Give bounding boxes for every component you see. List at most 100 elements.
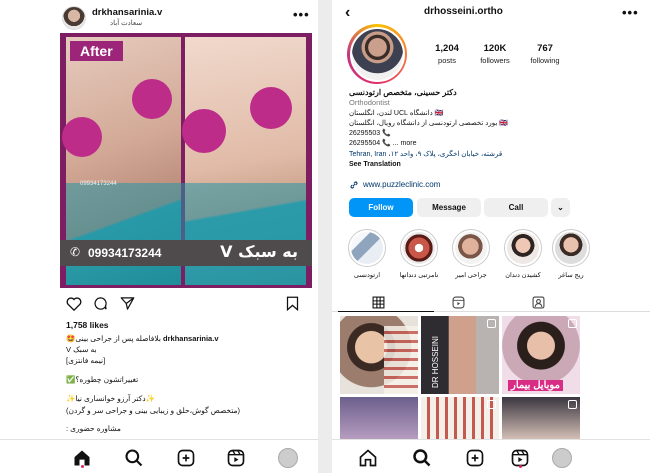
like-count[interactable]: 1,758 likes — [66, 320, 109, 330]
notification-dot — [519, 465, 522, 468]
highlight-label: کشیدن دندان — [505, 272, 541, 279]
stat-value: 1,204 — [435, 43, 459, 54]
profile-category: Orthodontist — [349, 98, 390, 107]
highlight-item[interactable]: نامرتبی دندانها — [398, 229, 440, 279]
stat-following[interactable]: 767 following — [526, 43, 564, 65]
bottom-nav — [0, 439, 318, 473]
stat-followers[interactable]: 120K followers — [475, 43, 515, 65]
stat-value: 120K — [483, 43, 507, 54]
post-actions — [60, 296, 310, 312]
highlight-item[interactable]: ریج ساغر — [550, 229, 592, 279]
caption-line: [نیمه فانتزی] — [66, 356, 106, 365]
link-icon — [350, 181, 358, 189]
see-translation-link[interactable]: See Translation — [349, 160, 401, 169]
call-button[interactable]: Call — [484, 198, 548, 217]
home-icon[interactable] — [358, 448, 378, 468]
reels-icon[interactable] — [226, 448, 246, 468]
message-button[interactable]: Message — [417, 198, 481, 217]
mask-circle — [250, 87, 292, 129]
highlight-item[interactable]: جراحی امیر — [450, 229, 492, 279]
bio-line: 🇬🇧 بورد تخصصی ارتودنسی از دانشگاه رویال،… — [349, 120, 509, 127]
tagged-icon[interactable] — [532, 296, 545, 309]
reels-tab-icon[interactable] — [452, 296, 465, 309]
search-icon[interactable] — [124, 448, 144, 468]
reel-icon — [487, 319, 496, 328]
highlight-item[interactable]: ارتودنسی — [346, 229, 388, 279]
mask-circle — [132, 79, 172, 119]
grid-caption-text: موبایل بیمار — [508, 380, 563, 391]
caption-first-line: drkhansarinia.v بلافاصله پس از جراحی بین… — [66, 334, 310, 343]
stat-value: 767 — [537, 43, 553, 54]
caption-username[interactable]: drkhansarinia.v — [163, 334, 218, 343]
new-post-icon[interactable] — [176, 448, 196, 468]
caption-line: مشاوره حضوری : — [66, 424, 121, 433]
share-icon[interactable] — [120, 296, 135, 311]
caption-line: (متخصص گوش،حلق و زیبایی بینی و جراحی سر … — [66, 406, 241, 415]
after-badge: After — [70, 41, 123, 61]
profile-avatar-icon[interactable] — [552, 448, 572, 468]
bookmark-icon[interactable] — [286, 296, 299, 311]
mask-circle — [182, 109, 226, 153]
bio-line: 🇬🇧 دانشگاه UCL لندن، انگلستان — [349, 110, 444, 117]
bio-more-line[interactable]: 26295504 📞 ... more — [349, 139, 416, 148]
bottom-nav — [332, 439, 650, 473]
profile-avatar-icon[interactable] — [278, 448, 298, 468]
teal-band — [66, 183, 306, 241]
caption-text: بلافاصله پس از جراحی بینی🤩 — [66, 334, 161, 343]
post-username[interactable]: drkhansarinia.v — [92, 7, 162, 18]
post-screen: drkhansarinia.v سعادت آباد ••• After 099… — [0, 0, 318, 473]
post-header: drkhansarinia.v سعادت آباد ••• — [0, 4, 318, 30]
image-watermark: 09934173244 — [80, 181, 117, 187]
stat-label: posts — [438, 56, 456, 65]
profile-tabs — [332, 294, 650, 312]
grid-post[interactable] — [340, 397, 418, 440]
profile-avatar[interactable] — [347, 24, 407, 84]
stat-posts[interactable]: 1,204 posts — [430, 43, 464, 65]
search-icon[interactable] — [412, 448, 432, 468]
posts-grid: DR HOSSEINI موبایل بیمار — [340, 316, 588, 440]
grid-post[interactable]: DR HOSSEINI — [421, 316, 499, 394]
highlight-label: نامرتبی دندانها — [399, 272, 439, 279]
profile-screen: ‹ drhosseini.ortho ••• 1,204 posts 120K … — [332, 0, 650, 473]
highlight-cover — [552, 229, 590, 267]
phone-number: 09934173244 — [88, 246, 162, 260]
heart-icon[interactable] — [66, 296, 82, 311]
highlight-label: ارتودنسی — [353, 272, 381, 279]
more-options-icon[interactable]: ••• — [622, 6, 639, 19]
reel-icon — [487, 400, 496, 409]
post-location[interactable]: سعادت آباد — [110, 19, 142, 27]
reel-icon — [568, 400, 577, 409]
highlight-cover — [400, 229, 438, 267]
grid-icon[interactable] — [372, 296, 385, 309]
back-chevron-icon[interactable]: ‹ — [345, 4, 350, 22]
highlight-item[interactable]: کشیدن دندان — [502, 229, 544, 279]
new-post-icon[interactable] — [465, 448, 485, 468]
reel-icon — [568, 319, 577, 328]
phone-bar: ✆ 09934173244 به سبک V — [60, 240, 312, 266]
grid-post[interactable] — [421, 397, 499, 440]
grid-post[interactable] — [340, 316, 418, 394]
follow-button[interactable]: Follow — [349, 198, 413, 217]
active-tab-indicator — [338, 311, 434, 312]
stat-label: following — [530, 56, 560, 65]
grid-post[interactable] — [502, 397, 580, 440]
bio-line: 26295503 📞 — [349, 130, 391, 137]
profile-display-name: دکتر حسینی، متخصص ارتودنسی — [349, 88, 457, 97]
bio-address[interactable]: Tehran, Iran ،قرشته، خیابان اخگری، پلاک … — [349, 150, 502, 159]
highlight-cover — [504, 229, 542, 267]
caption-line: به سبک V — [66, 345, 97, 354]
more-options-icon[interactable]: ••• — [293, 8, 310, 21]
profile-username: drhosseini.ortho — [424, 6, 503, 17]
suggested-accounts-button[interactable]: ⌄ — [551, 198, 570, 217]
phone-icon: ✆ — [70, 245, 81, 259]
grid-post[interactable]: موبایل بیمار — [502, 316, 580, 394]
profile-website-link[interactable]: www.puzzleclinic.com — [363, 180, 440, 189]
notification-dot — [81, 465, 84, 468]
highlight-cover — [452, 229, 490, 267]
post-image[interactable]: After 09934173244 ✆ 09934173244 به سبک V — [60, 33, 312, 288]
comment-icon[interactable] — [93, 296, 108, 311]
profile-photo — [349, 26, 405, 82]
caption-line: تغییراتشون چطوره؟✅ — [66, 375, 139, 384]
post-avatar[interactable] — [62, 6, 86, 30]
stat-label: followers — [480, 56, 510, 65]
